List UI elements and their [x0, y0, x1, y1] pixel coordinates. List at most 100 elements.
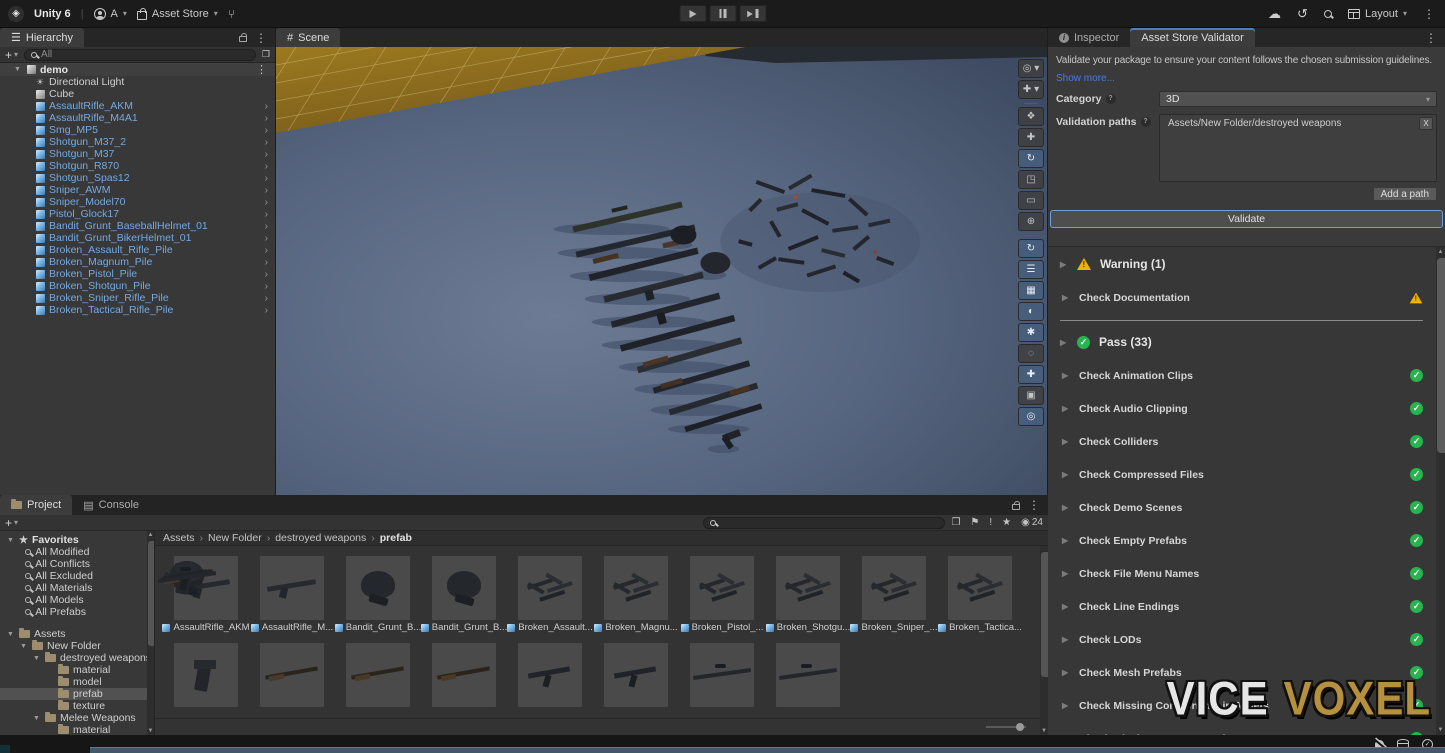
- hierarchy-item[interactable]: AssaultRifle_M4A1 ›: [0, 112, 275, 124]
- validation-check-row[interactable]: ▶ Check Documentation: [1048, 281, 1435, 314]
- validation-path-row[interactable]: Assets/New Folder/destroyed weapons X: [1160, 115, 1436, 132]
- asset-item[interactable]: [432, 643, 496, 707]
- hierarchy-item[interactable]: Shotgun_R870 ›: [0, 160, 275, 172]
- prefab-chevron-icon[interactable]: ›: [265, 257, 275, 268]
- tree-folder-row[interactable]: material: [0, 664, 154, 676]
- hierarchy-item[interactable]: Shotgun_M37 ›: [0, 148, 275, 160]
- prefab-chevron-icon[interactable]: ›: [265, 185, 275, 196]
- validate-button[interactable]: Validate: [1050, 210, 1443, 228]
- tab-asset-store-validator[interactable]: Asset Store Validator: [1130, 28, 1255, 47]
- favorites-item[interactable]: All Materials: [0, 582, 154, 594]
- search-by-type-button[interactable]: ❐: [951, 517, 962, 528]
- foldout-arrow-icon[interactable]: ▶: [1062, 701, 1070, 710]
- asset-item[interactable]: Bandit_Grunt_B...: [432, 556, 496, 633]
- breadcrumb-item[interactable]: New Folder: [208, 532, 275, 544]
- asset-item[interactable]: Broken_Tactica...: [948, 556, 1012, 633]
- favorites-item[interactable]: All Models: [0, 594, 154, 606]
- prefab-chevron-icon[interactable]: ›: [265, 281, 275, 292]
- tree-folder-row[interactable]: ▼ Melee Weapons: [0, 712, 154, 724]
- prefab-chevron-icon[interactable]: ›: [265, 113, 275, 124]
- validation-check-row[interactable]: ▶ Check Line Endings ✓: [1048, 590, 1435, 623]
- view-orientation-gizmo[interactable]: ◎ ▾: [1018, 59, 1044, 78]
- lighting-overlay[interactable]: ◐: [1018, 302, 1044, 321]
- foldout-arrow-icon[interactable]: ▶: [1062, 602, 1070, 611]
- validation-check-row[interactable]: ▶ Check Empty Prefabs ✓: [1048, 524, 1435, 557]
- grid-scrollbar[interactable]: ▼: [1040, 546, 1048, 735]
- remove-path-button[interactable]: X: [1419, 117, 1433, 130]
- prefab-chevron-icon[interactable]: ›: [265, 269, 275, 280]
- asset-item[interactable]: Broken_Shotgu...: [776, 556, 840, 633]
- foldout-arrow-icon[interactable]: ▶: [1062, 668, 1070, 677]
- tree-folder-row[interactable]: ▼ Assets: [0, 628, 154, 640]
- asset-item[interactable]: [690, 643, 754, 707]
- tab-project[interactable]: Project: [0, 495, 72, 515]
- favorites-filter-button[interactable]: ★: [1002, 517, 1013, 528]
- scale-tool[interactable]: ◳: [1018, 170, 1044, 189]
- validation-check-row[interactable]: ▶ Check File Menu Names ✓: [1048, 557, 1435, 590]
- breadcrumb-item[interactable]: prefab: [380, 532, 412, 544]
- scene-root-row[interactable]: ▼ demo ⋮: [0, 63, 275, 76]
- rotate-tool[interactable]: ↻: [1018, 149, 1044, 168]
- validation-check-row[interactable]: ▶ Check Audio Clipping ✓: [1048, 392, 1435, 425]
- prefab-chevron-icon[interactable]: ›: [265, 149, 275, 160]
- prefab-chevron-icon[interactable]: ›: [265, 125, 275, 136]
- hierarchy-item[interactable]: Sniper_Model70 ›: [0, 196, 275, 208]
- account-menu-button[interactable]: A ▾: [94, 8, 127, 20]
- asset-item[interactable]: Broken_Assault...: [518, 556, 582, 633]
- breadcrumb-item[interactable]: Assets: [163, 532, 208, 544]
- validation-check-row[interactable]: ▶ Check Demo Scenes ✓: [1048, 491, 1435, 524]
- results-scrollbar[interactable]: ▲ ▼: [1436, 247, 1445, 735]
- asset-item[interactable]: Broken_Magnu...: [604, 556, 668, 633]
- asset-item[interactable]: Broken_Sniper_...: [862, 556, 926, 633]
- asset-item[interactable]: Bandit_Grunt_B...: [346, 556, 410, 633]
- camera-preview-overlay[interactable]: ▣: [1018, 386, 1044, 405]
- pass-section-header[interactable]: ▶ ✓ Pass (33): [1048, 325, 1435, 359]
- panel-menu-icon[interactable]: ⋮: [1425, 31, 1437, 45]
- foldout-arrow-icon[interactable]: ▶: [1062, 437, 1070, 446]
- prefab-chevron-icon[interactable]: ›: [265, 137, 275, 148]
- version-control-icon[interactable]: ⑂: [228, 7, 234, 21]
- strip-separator-2[interactable]: [1018, 233, 1044, 237]
- hierarchy-item[interactable]: Broken_Assault_Rifle_Pile ›: [0, 244, 275, 256]
- lock-icon[interactable]: [239, 36, 247, 42]
- category-dropdown[interactable]: 3D ▾: [1159, 91, 1437, 107]
- tab-console[interactable]: ▤ Console: [72, 495, 150, 515]
- tree-folder-row[interactable]: prefab: [0, 688, 154, 700]
- help-icon[interactable]: ?: [1141, 117, 1151, 127]
- tab-hierarchy[interactable]: ☰ Hierarchy: [0, 28, 84, 47]
- favorites-item[interactable]: All Excluded: [0, 570, 154, 582]
- search-by-label-button[interactable]: ⚑: [970, 517, 981, 528]
- prefab-chevron-icon[interactable]: ›: [265, 173, 275, 184]
- layout-dropdown-button[interactable]: Layout ▾: [1348, 8, 1407, 20]
- foldout-arrow-icon[interactable]: ▶: [1062, 371, 1070, 380]
- hierarchy-item[interactable]: Directional Light ›: [0, 76, 275, 88]
- hierarchy-item[interactable]: Smg_MP5 ›: [0, 124, 275, 136]
- overlay-settings[interactable]: ☰: [1018, 260, 1044, 279]
- tree-scrollbar[interactable]: ▲ ▼: [147, 531, 154, 735]
- prefab-chevron-icon[interactable]: ›: [265, 197, 275, 208]
- foldout-arrow-icon[interactable]: ▶: [1060, 260, 1068, 269]
- prefab-chevron-icon[interactable]: ›: [265, 293, 275, 304]
- pause-button[interactable]: [709, 5, 736, 22]
- scrollbar-thumb[interactable]: [148, 541, 155, 646]
- hierarchy-search-input[interactable]: [41, 49, 249, 60]
- asset-item[interactable]: [518, 643, 582, 707]
- hierarchy-item[interactable]: Broken_Pistol_Pile ›: [0, 268, 275, 280]
- hierarchy-item[interactable]: Broken_Tactical_Rifle_Pile ›: [0, 304, 275, 316]
- foldout-arrow-icon[interactable]: ▶: [1062, 635, 1070, 644]
- asset-item[interactable]: [260, 643, 324, 707]
- search-overlay[interactable]: ◌: [1018, 344, 1044, 363]
- prefab-chevron-icon[interactable]: ›: [265, 233, 275, 244]
- project-search[interactable]: [703, 517, 945, 529]
- prefab-chevron-icon[interactable]: ›: [265, 161, 275, 172]
- warning-section-header[interactable]: ▶ Warning (1): [1048, 247, 1435, 281]
- prefab-chevron-icon[interactable]: ›: [265, 221, 275, 232]
- window-menu-icon[interactable]: ⋮: [1423, 7, 1435, 21]
- panel-menu-icon[interactable]: ⋮: [1028, 498, 1040, 512]
- hand-tool[interactable]: ❖: [1018, 107, 1044, 126]
- play-button[interactable]: [679, 5, 706, 22]
- foldout-arrow-icon[interactable]: ▶: [1060, 338, 1068, 347]
- lock-icon[interactable]: [1012, 504, 1020, 510]
- hierarchy-item[interactable]: AssaultRifle_AKM ›: [0, 100, 275, 112]
- move-tool[interactable]: ✚: [1018, 128, 1044, 147]
